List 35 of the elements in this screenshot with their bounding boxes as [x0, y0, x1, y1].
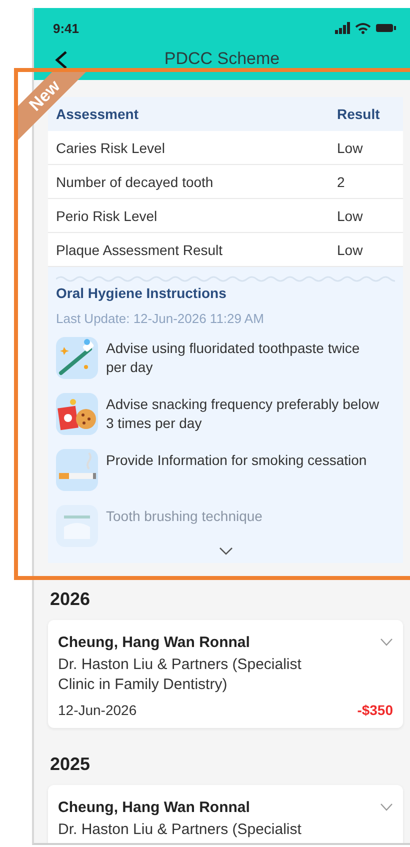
table-cell-text: Number of decayed tooth — [55, 174, 214, 190]
battery-icon — [376, 22, 396, 34]
instruction-text: Provide Information for smoking cessation — [106, 451, 368, 470]
wifi-icon — [355, 22, 371, 34]
signal-icon — [335, 22, 350, 34]
table-cell-text: Plaque Assessment Result — [55, 242, 224, 258]
record-amount: -$350 — [357, 702, 393, 718]
table-cell-text: 2 — [336, 174, 346, 190]
year-heading: 2026 — [50, 589, 92, 610]
table-cell-text: Perio Risk Level — [55, 208, 158, 224]
instruction-text: Advise snacking frequency preferably below 3 times per day — [106, 395, 380, 433]
screen-title: PDCC Scheme — [164, 49, 280, 69]
year-heading: 2025 — [50, 754, 92, 775]
column-header: Result — [336, 106, 381, 122]
last-update-text: Last Update: 12-Jun-2026 11:29 AM — [56, 311, 265, 326]
patient-name: Cheung, Hang Wan Ronnal — [58, 799, 250, 816]
status-time: 9:41 — [53, 20, 80, 36]
table-cell-text: Low — [336, 208, 364, 224]
table-cell-text: Low — [336, 140, 364, 156]
chevron-down-icon[interactable] — [380, 638, 393, 646]
clinic-name: Dr. Haston Liu & Partners (Specialist — [58, 820, 302, 840]
section-title: Oral Hygiene Instructions — [56, 285, 228, 301]
record-card[interactable]: Cheung, Hang Wan Ronnal Dr. Haston Liu & Partners (Specialist — [48, 785, 403, 843]
chevron-down-icon[interactable] — [380, 803, 393, 811]
instruction-text: Tooth brushing technique — [106, 507, 264, 526]
clinic-name: Dr. Haston Liu & Partners (Specialist Clinic in Family Dentistry) — [58, 655, 302, 695]
column-header: Assessment — [56, 106, 140, 122]
record-card[interactable]: Cheung, Hang Wan Ronnal Dr. Haston Liu & Partners (Specialist Clinic in Family Dentistry) 12-Jun-2026 -$350 — [48, 620, 403, 728]
record-date: 12-Jun-2026 — [58, 702, 137, 718]
table-cell-text: Caries Risk Level — [55, 140, 166, 156]
table-cell-text: Low — [336, 242, 364, 258]
expand-chevron-icon[interactable] — [218, 547, 232, 555]
patient-name: Cheung, Hang Wan Ronnal — [58, 634, 250, 651]
back-icon[interactable] — [54, 50, 68, 70]
instruction-text: Advise using fluoridated toothpaste twice per day — [106, 339, 361, 377]
